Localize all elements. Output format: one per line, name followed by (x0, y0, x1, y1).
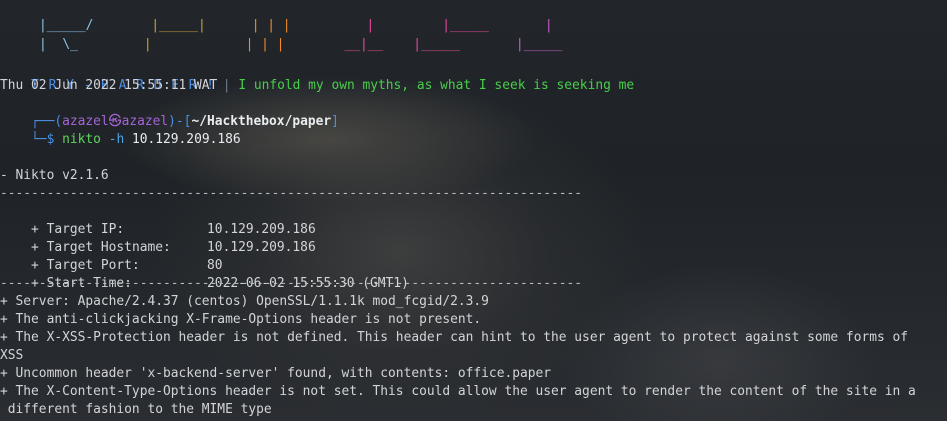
target-port-row: + Target Port: 80 (0, 239, 223, 273)
banner-motto: I unfold my own myths, as what I seek is… (238, 78, 635, 93)
prompt-close-bracket: ] (331, 114, 339, 129)
finding-line: + The X-XSS-Protection header is not def… (0, 330, 909, 345)
output-divider: ----------------------------------------… (0, 276, 583, 291)
terminal-window[interactable]: |_____/|_____| | | | | |_____ | | \_ | | | | __… (0, 0, 947, 421)
target-ip-row: + Target IP: 10.129.209.186 (0, 203, 316, 237)
prompt-command-line[interactable]: └─$ nikto -h 10.129.209.186 (0, 113, 241, 147)
date-line: Thu 02 Jun 2022 15:55:11 WAT (0, 78, 218, 93)
target-hostname-value: 10.129.209.186 (207, 240, 316, 255)
banner-line: T R Y - H A R D E R ! | I unfold my own … (0, 59, 634, 93)
ascii-art-row-2: | \_ | | | | __|__ |_____ |_____ (8, 24, 562, 52)
finding-line: XSS (0, 348, 24, 363)
ascii-art-glyph: |_____ (515, 37, 563, 52)
finding-line: + Uncommon header 'x-backend-server' fou… (0, 366, 552, 381)
finding-line: + The X-Content-Type-Options header is n… (0, 384, 916, 399)
command-name: nikto (62, 132, 101, 147)
ascii-art-glyph: |_____ (413, 37, 460, 52)
command-argument: 10.129.209.186 (131, 132, 241, 147)
ascii-art-row-1: |_____/|_____| | | | | |_____ | (8, 5, 553, 33)
start-time-row: + Start Time: 2022-06-02 15:55:30 (GMT1) (0, 257, 409, 291)
finding-line: different fashion to the MIME type (0, 402, 272, 417)
command-flag: -h (108, 132, 125, 147)
finding-line: + The anti-clickjacking X-Frame-Options … (0, 312, 482, 327)
prompt-corner-bottom: └─ (31, 132, 47, 147)
finding-line: + Server: Apache/2.4.37 (centos) OpenSSL… (0, 294, 489, 309)
ascii-art-glyph: | | | (245, 37, 285, 52)
ascii-art-glyph: | (143, 37, 152, 52)
nikto-version: - Nikto v2.1.6 (0, 168, 109, 183)
prompt-dollar: $ (46, 132, 55, 147)
output-divider: ----------------------------------------… (0, 186, 583, 201)
target-hostname-row: + Target Hostname: 10.129.209.186 (0, 221, 316, 255)
prompt-top-line: ┌──(azazel㉿azazel)-[~/Hackthebox/paper] (0, 95, 339, 129)
ascii-art-glyph: __|__ (344, 37, 384, 52)
banner-separator: | (222, 78, 231, 93)
ascii-art-glyph: | \_ (39, 37, 78, 52)
